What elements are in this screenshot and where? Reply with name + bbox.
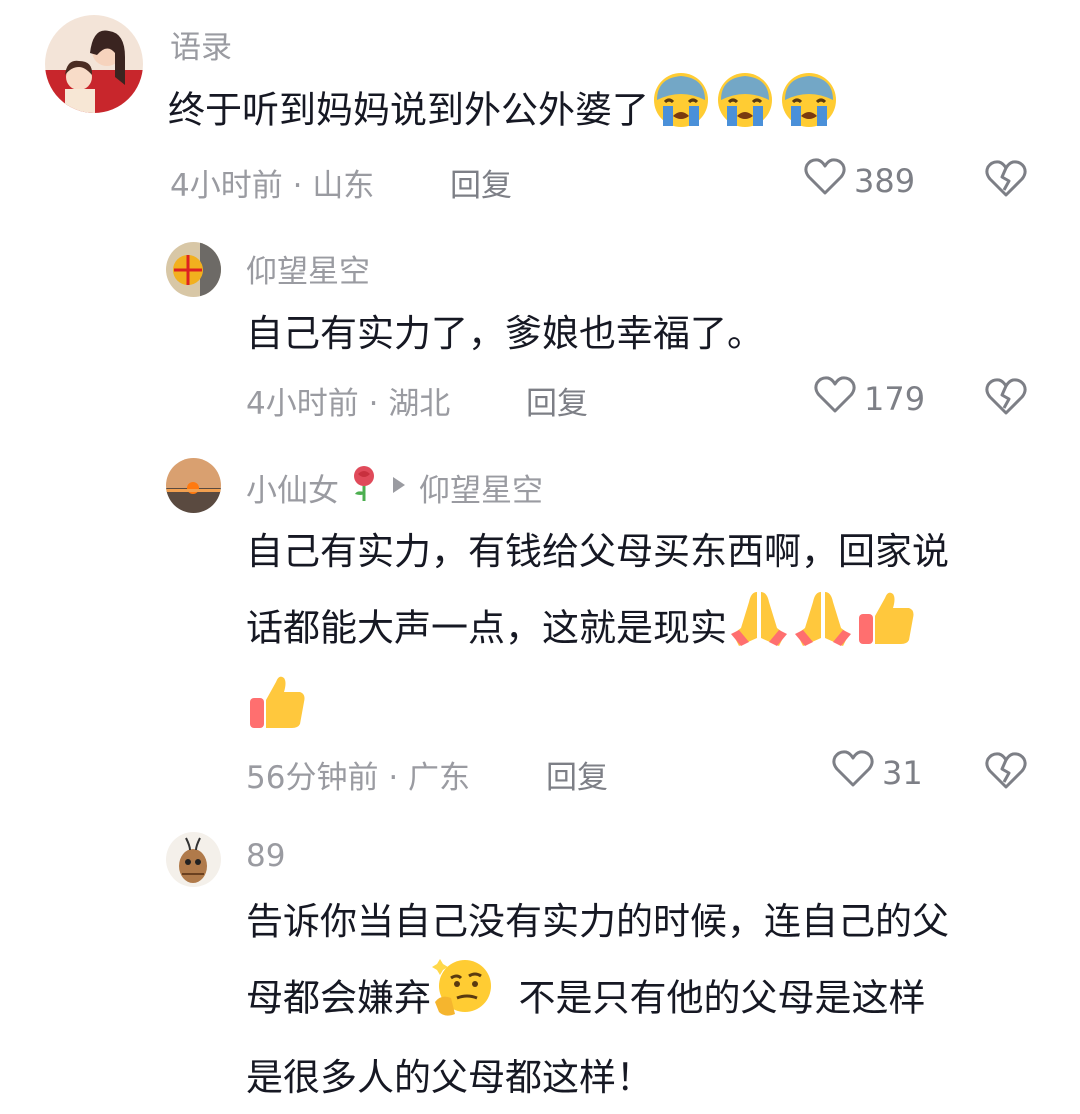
dislike-button[interactable]	[985, 752, 1027, 794]
dislike-button[interactable]	[985, 378, 1027, 420]
heart-outline-icon	[832, 750, 874, 796]
like-count: 179	[864, 380, 926, 418]
avatar[interactable]	[166, 458, 221, 513]
broken-heart-icon	[985, 378, 1027, 420]
reply-arrow-icon	[389, 469, 409, 505]
reply-to-username[interactable]: 仰望星空	[419, 465, 543, 510]
comment-username-row: 小仙女 仰望星空	[246, 464, 543, 510]
folded-hands-icon	[791, 588, 855, 672]
separator: ·	[292, 168, 303, 204]
dislike-button[interactable]	[985, 160, 1027, 202]
comment-text: 告诉你当自己没有实力的时候，连自己的父 母都会嫌弃 不是只有他的父母是这样 是很…	[246, 886, 949, 1114]
thinking-face-icon	[431, 958, 495, 1042]
comment-text: 自己有实力，有钱给父母买东西啊，回家说 话都能大声一点，这就是现实	[246, 516, 949, 756]
comment-location: 湖北	[388, 386, 451, 422]
avatar[interactable]	[166, 242, 221, 297]
like-button[interactable]: 389	[804, 158, 915, 204]
avatar[interactable]	[45, 15, 143, 113]
broken-heart-icon	[985, 752, 1027, 794]
comment-text-line: 不是只有他的父母是这样	[495, 976, 926, 1020]
comment-location: 山东	[312, 168, 375, 204]
comment-text: 终于听到妈妈说到外公外婆了	[168, 72, 841, 152]
comment-username[interactable]: 小仙女	[246, 465, 339, 510]
separator: ·	[368, 386, 379, 422]
comment-time: 4小时前	[246, 386, 359, 422]
comment-meta: 56分钟前 · 广东	[246, 752, 470, 797]
comment-text-line: 母都会嫌弃	[246, 976, 431, 1020]
loudly-crying-face-icon	[649, 72, 713, 152]
comment-location: 广东	[408, 760, 471, 796]
heart-outline-icon	[814, 376, 856, 422]
comment-time: 4小时前	[170, 168, 283, 204]
thumbs-up-icon	[855, 588, 919, 672]
reply-button[interactable]: 回复	[526, 378, 588, 423]
comment-text-content: 终于听到妈妈说到外公外婆了	[168, 88, 649, 132]
comment-meta: 4小时前 · 山东	[170, 160, 374, 205]
like-count: 31	[882, 754, 923, 792]
folded-hands-icon	[727, 588, 791, 672]
reply-button[interactable]: 回复	[450, 160, 512, 205]
comment-text: 自己有实力了，爹娘也幸福了。	[246, 298, 764, 370]
comment-text-line: 告诉你当自己没有实力的时候，连自己的父	[246, 900, 949, 943]
heart-outline-icon	[804, 158, 846, 204]
broken-heart-icon	[985, 160, 1027, 202]
like-button[interactable]: 31	[832, 750, 923, 796]
comment-username[interactable]: 仰望星空	[246, 246, 370, 291]
avatar[interactable]	[166, 832, 221, 887]
comment-text-line: 话都能大声一点，这就是现实	[246, 606, 727, 650]
comment-text-line: 自己有实力，有钱给父母买东西啊，回家说	[246, 530, 949, 573]
loudly-crying-face-icon	[713, 72, 777, 152]
separator: ·	[388, 760, 399, 796]
thumbs-up-icon	[246, 672, 310, 756]
comment-username[interactable]: 语录	[170, 22, 232, 67]
reply-button[interactable]: 回复	[546, 752, 608, 797]
like-count: 389	[854, 162, 916, 200]
comment-meta: 4小时前 · 湖北	[246, 378, 450, 423]
loudly-crying-face-icon	[777, 72, 841, 152]
rose-icon	[349, 464, 379, 510]
comment-username[interactable]: 89	[246, 838, 285, 874]
like-button[interactable]: 179	[814, 376, 925, 422]
comment-time: 56分钟前	[246, 760, 379, 796]
comment-text-line: 是很多人的父母都这样！	[246, 1056, 653, 1099]
comment-text-content: 自己有实力了，爹娘也幸福了。	[246, 312, 764, 355]
